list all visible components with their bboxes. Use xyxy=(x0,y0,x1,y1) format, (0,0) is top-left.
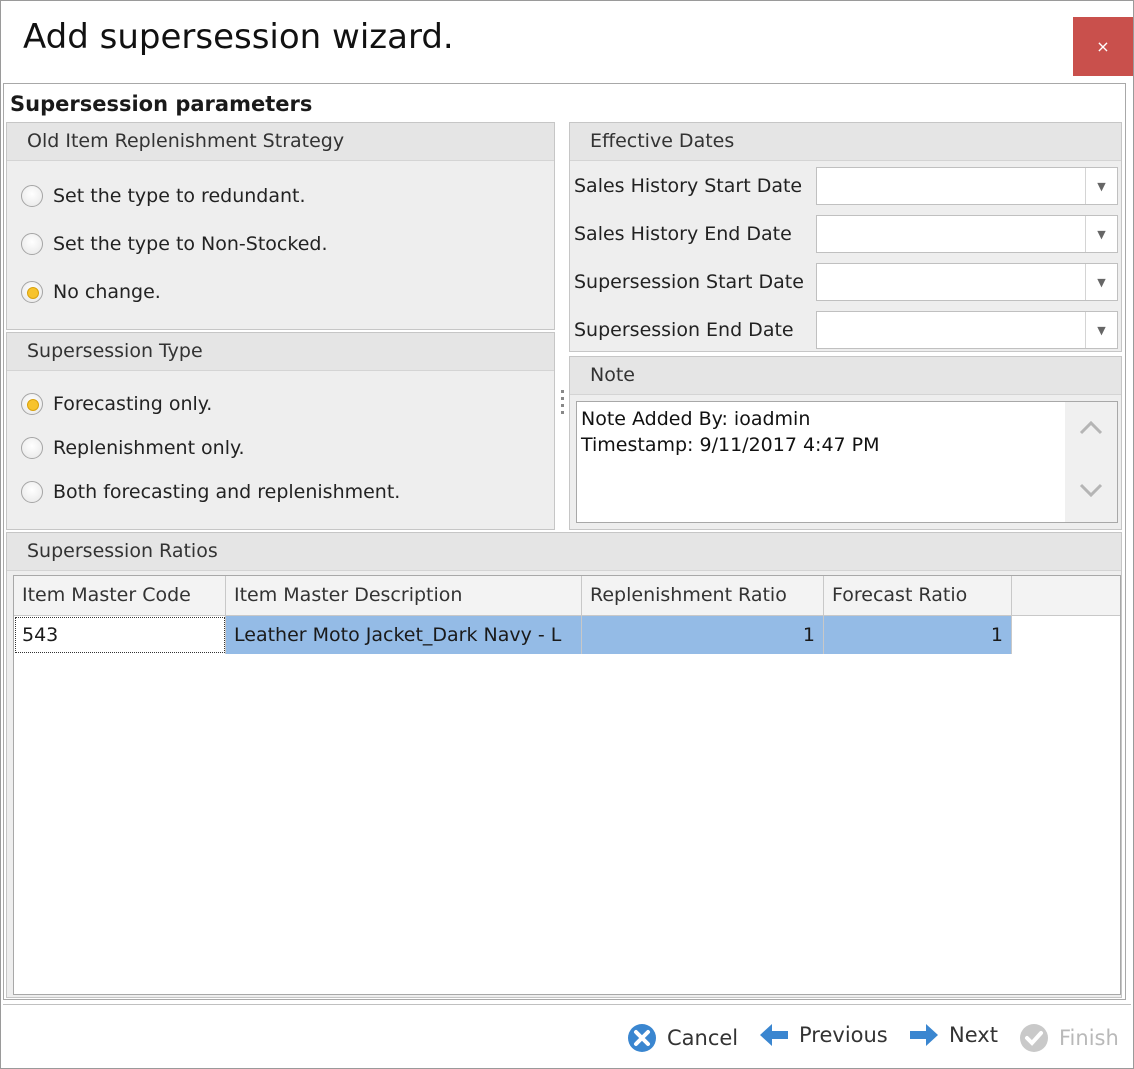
radio-label: Set the type to Non-Stocked. xyxy=(53,233,328,255)
sales-history-end-date-input[interactable]: ▼ xyxy=(816,215,1118,253)
cell-description[interactable]: Leather Moto Jacket_Dark Navy - L xyxy=(226,616,582,654)
close-icon: × xyxy=(1096,37,1110,56)
previous-label: Previous xyxy=(799,1023,888,1047)
sales-history-end-row: Sales History End Date ▼ xyxy=(570,215,1121,255)
cancel-icon xyxy=(627,1023,657,1053)
sales-history-start-row: Sales History Start Date ▼ xyxy=(570,167,1121,207)
previous-button[interactable]: Previous xyxy=(759,1023,888,1047)
column-header-description[interactable]: Item Master Description xyxy=(226,576,582,616)
wizard-content: Supersession parameters Old Item Repleni… xyxy=(3,83,1126,1000)
cancel-label: Cancel xyxy=(667,1026,739,1050)
radio-label: Both forecasting and replenishment. xyxy=(53,481,401,503)
column-header-filler xyxy=(1012,576,1120,616)
finish-label: Finish xyxy=(1059,1026,1119,1050)
radio-button[interactable] xyxy=(21,481,43,503)
close-button[interactable]: × xyxy=(1073,17,1133,76)
supersession-end-row: Supersession End Date ▼ xyxy=(570,311,1121,351)
note-group: Note Note Added By: ioadmin Timestamp: 9… xyxy=(569,356,1122,530)
radio-button[interactable] xyxy=(21,185,43,207)
grid-header: Item Master Code Item Master Description… xyxy=(14,576,1120,616)
radio-forecasting-only[interactable]: Forecasting only. xyxy=(21,393,212,415)
cell-forecast-ratio[interactable]: 1 xyxy=(824,616,1012,654)
column-header-code[interactable]: Item Master Code xyxy=(14,576,226,616)
cell-code[interactable]: 543 xyxy=(14,616,226,654)
splitter-handle[interactable] xyxy=(561,390,565,420)
note-scrollbar[interactable] xyxy=(1065,402,1117,522)
window-title: Add supersession wizard. xyxy=(23,17,454,57)
column-header-replenishment-ratio[interactable]: Replenishment Ratio xyxy=(582,576,824,616)
radio-replenishment-only[interactable]: Replenishment only. xyxy=(21,437,245,459)
dropdown-arrow-icon[interactable]: ▼ xyxy=(1085,264,1117,300)
note-textarea[interactable]: Note Added By: ioadmin Timestamp: 9/11/2… xyxy=(576,401,1118,523)
scroll-down-icon[interactable] xyxy=(1079,480,1103,505)
sales-history-start-date-input[interactable]: ▼ xyxy=(816,167,1118,205)
group-header: Supersession Type xyxy=(7,333,554,371)
wizard-window: Add supersession wizard. × Supersession … xyxy=(0,0,1134,1069)
checkmark-icon xyxy=(1019,1023,1049,1053)
supersession-type-group: Supersession Type Forecasting only. Repl… xyxy=(6,332,555,530)
section-title: Supersession parameters xyxy=(10,92,313,116)
radio-set-non-stocked[interactable]: Set the type to Non-Stocked. xyxy=(21,233,328,255)
cancel-button[interactable]: Cancel xyxy=(627,1023,738,1053)
cell-replenishment-ratio[interactable]: 1 xyxy=(582,616,824,654)
supersession-end-date-input[interactable]: ▼ xyxy=(816,311,1118,349)
field-label: Sales History End Date xyxy=(574,223,792,245)
radio-button-checked[interactable] xyxy=(21,393,43,415)
next-label: Next xyxy=(949,1023,998,1047)
table-row[interactable]: 543 Leather Moto Jacket_Dark Navy - L 1 … xyxy=(14,616,1012,654)
group-header: Supersession Ratios xyxy=(7,533,1121,571)
radio-no-change[interactable]: No change. xyxy=(21,281,161,303)
radio-label: No change. xyxy=(53,281,161,303)
field-label: Supersession Start Date xyxy=(574,271,804,293)
note-text: Note Added By: ioadmin Timestamp: 9/11/2… xyxy=(581,408,880,456)
supersession-start-date-input[interactable]: ▼ xyxy=(816,263,1118,301)
finish-button[interactable]: Finish xyxy=(1019,1023,1119,1053)
dropdown-arrow-icon[interactable]: ▼ xyxy=(1085,216,1117,252)
arrow-right-icon xyxy=(909,1023,939,1047)
field-label: Sales History Start Date xyxy=(574,175,803,197)
radio-button-checked[interactable] xyxy=(21,281,43,303)
radio-button[interactable] xyxy=(21,437,43,459)
radio-button[interactable] xyxy=(21,233,43,255)
supersession-ratios-group: Supersession Ratios Item Master Code Ite… xyxy=(6,532,1122,998)
old-item-strategy-group: Old Item Replenishment Strategy Set the … xyxy=(6,122,555,330)
scroll-up-icon[interactable] xyxy=(1079,416,1103,441)
radio-both[interactable]: Both forecasting and replenishment. xyxy=(21,481,400,503)
group-header: Note xyxy=(570,357,1121,395)
next-button[interactable]: Next xyxy=(909,1023,998,1047)
ratios-grid[interactable]: Item Master Code Item Master Description… xyxy=(13,575,1121,995)
column-header-forecast-ratio[interactable]: Forecast Ratio xyxy=(824,576,1012,616)
title-bar: Add supersession wizard. × xyxy=(1,1,1133,83)
supersession-start-row: Supersession Start Date ▼ xyxy=(570,263,1121,303)
wizard-footer: Cancel Previous Next Finish xyxy=(3,1004,1131,1068)
dropdown-arrow-icon[interactable]: ▼ xyxy=(1085,312,1117,348)
radio-set-redundant[interactable]: Set the type to redundant. xyxy=(21,185,306,207)
group-header: Old Item Replenishment Strategy xyxy=(7,123,554,161)
group-header: Effective Dates xyxy=(570,123,1121,161)
radio-label: Forecasting only. xyxy=(53,393,213,415)
effective-dates-group: Effective Dates Sales History Start Date… xyxy=(569,122,1122,352)
dropdown-arrow-icon[interactable]: ▼ xyxy=(1085,168,1117,204)
arrow-left-icon xyxy=(759,1023,789,1047)
field-label: Supersession End Date xyxy=(574,319,794,341)
radio-label: Replenishment only. xyxy=(53,437,245,459)
radio-label: Set the type to redundant. xyxy=(53,185,306,207)
